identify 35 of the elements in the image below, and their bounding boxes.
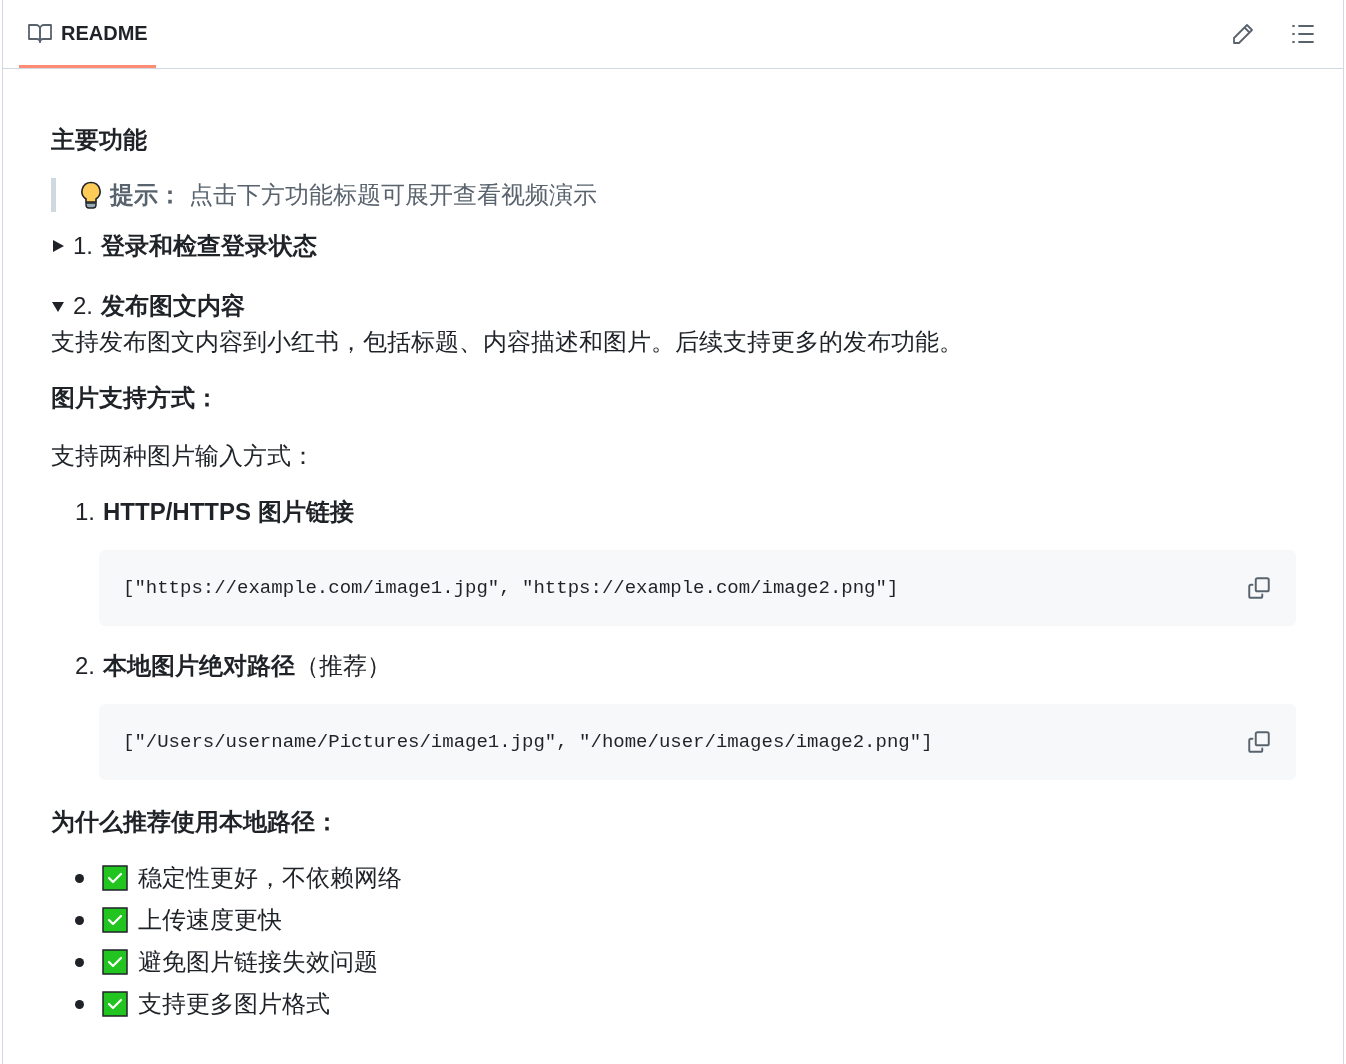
section-heading: 图片支持方式： [51,383,220,413]
code-text: ["https://example.com/image1.jpg", "https://example.com/image2.png"] [123,575,899,601]
summary-number: 1. [73,231,93,261]
intro-text: 支持两种图片输入方式： [51,441,316,471]
list-icon[interactable] [1291,23,1315,45]
summary-title: 发布图文内容 [101,291,245,321]
reason-text: 上传速度更快 [138,905,282,935]
reason-text: 避免图片链接失效问题 [138,947,378,977]
book-icon [27,21,53,44]
copy-icon[interactable] [1246,575,1272,601]
list-item-text: 本地图片绝对路径（推荐） [103,651,391,681]
summary-number: 2. [73,291,93,321]
section-heading: 主要功能 [51,125,148,155]
reason-text: 支持更多图片格式 [138,989,330,1019]
caret-down-icon[interactable] [51,299,65,313]
lightbulb-icon [80,181,102,209]
bullet-icon [75,957,84,967]
tip-text: 提示： 点击下方功能标题可展开查看视频演示 [110,180,597,210]
list-number: 1. [75,497,95,527]
list-number: 2. [75,651,95,681]
bullet-icon [75,873,84,883]
readme-tab[interactable]: README [19,0,156,68]
pencil-icon[interactable] [1231,22,1255,46]
code-text: ["/Users/username/Pictures/image1.jpg", "/home/user/images/image2.png"] [123,729,933,755]
reason-text: 稳定性更好，不依赖网络 [138,863,402,893]
collapsible-summary[interactable]: 2. 发布图文内容 [51,290,1296,322]
section-heading: 为什么推荐使用本地路径： [51,807,340,837]
copy-icon[interactable] [1246,729,1272,755]
summary-title: 登录和检查登录状态 [101,231,317,261]
description-text: 支持发布图文内容到小红书，包括标题、内容描述和图片。后续支持更多的发布功能。 [51,327,964,357]
list-item-text: HTTP/HTTPS 图片链接 [103,497,354,527]
bullet-icon [75,999,84,1009]
caret-right-icon[interactable] [51,239,65,253]
collapsible-summary[interactable]: 1. 登录和检查登录状态 [51,230,1296,262]
bullet-icon [75,915,84,925]
